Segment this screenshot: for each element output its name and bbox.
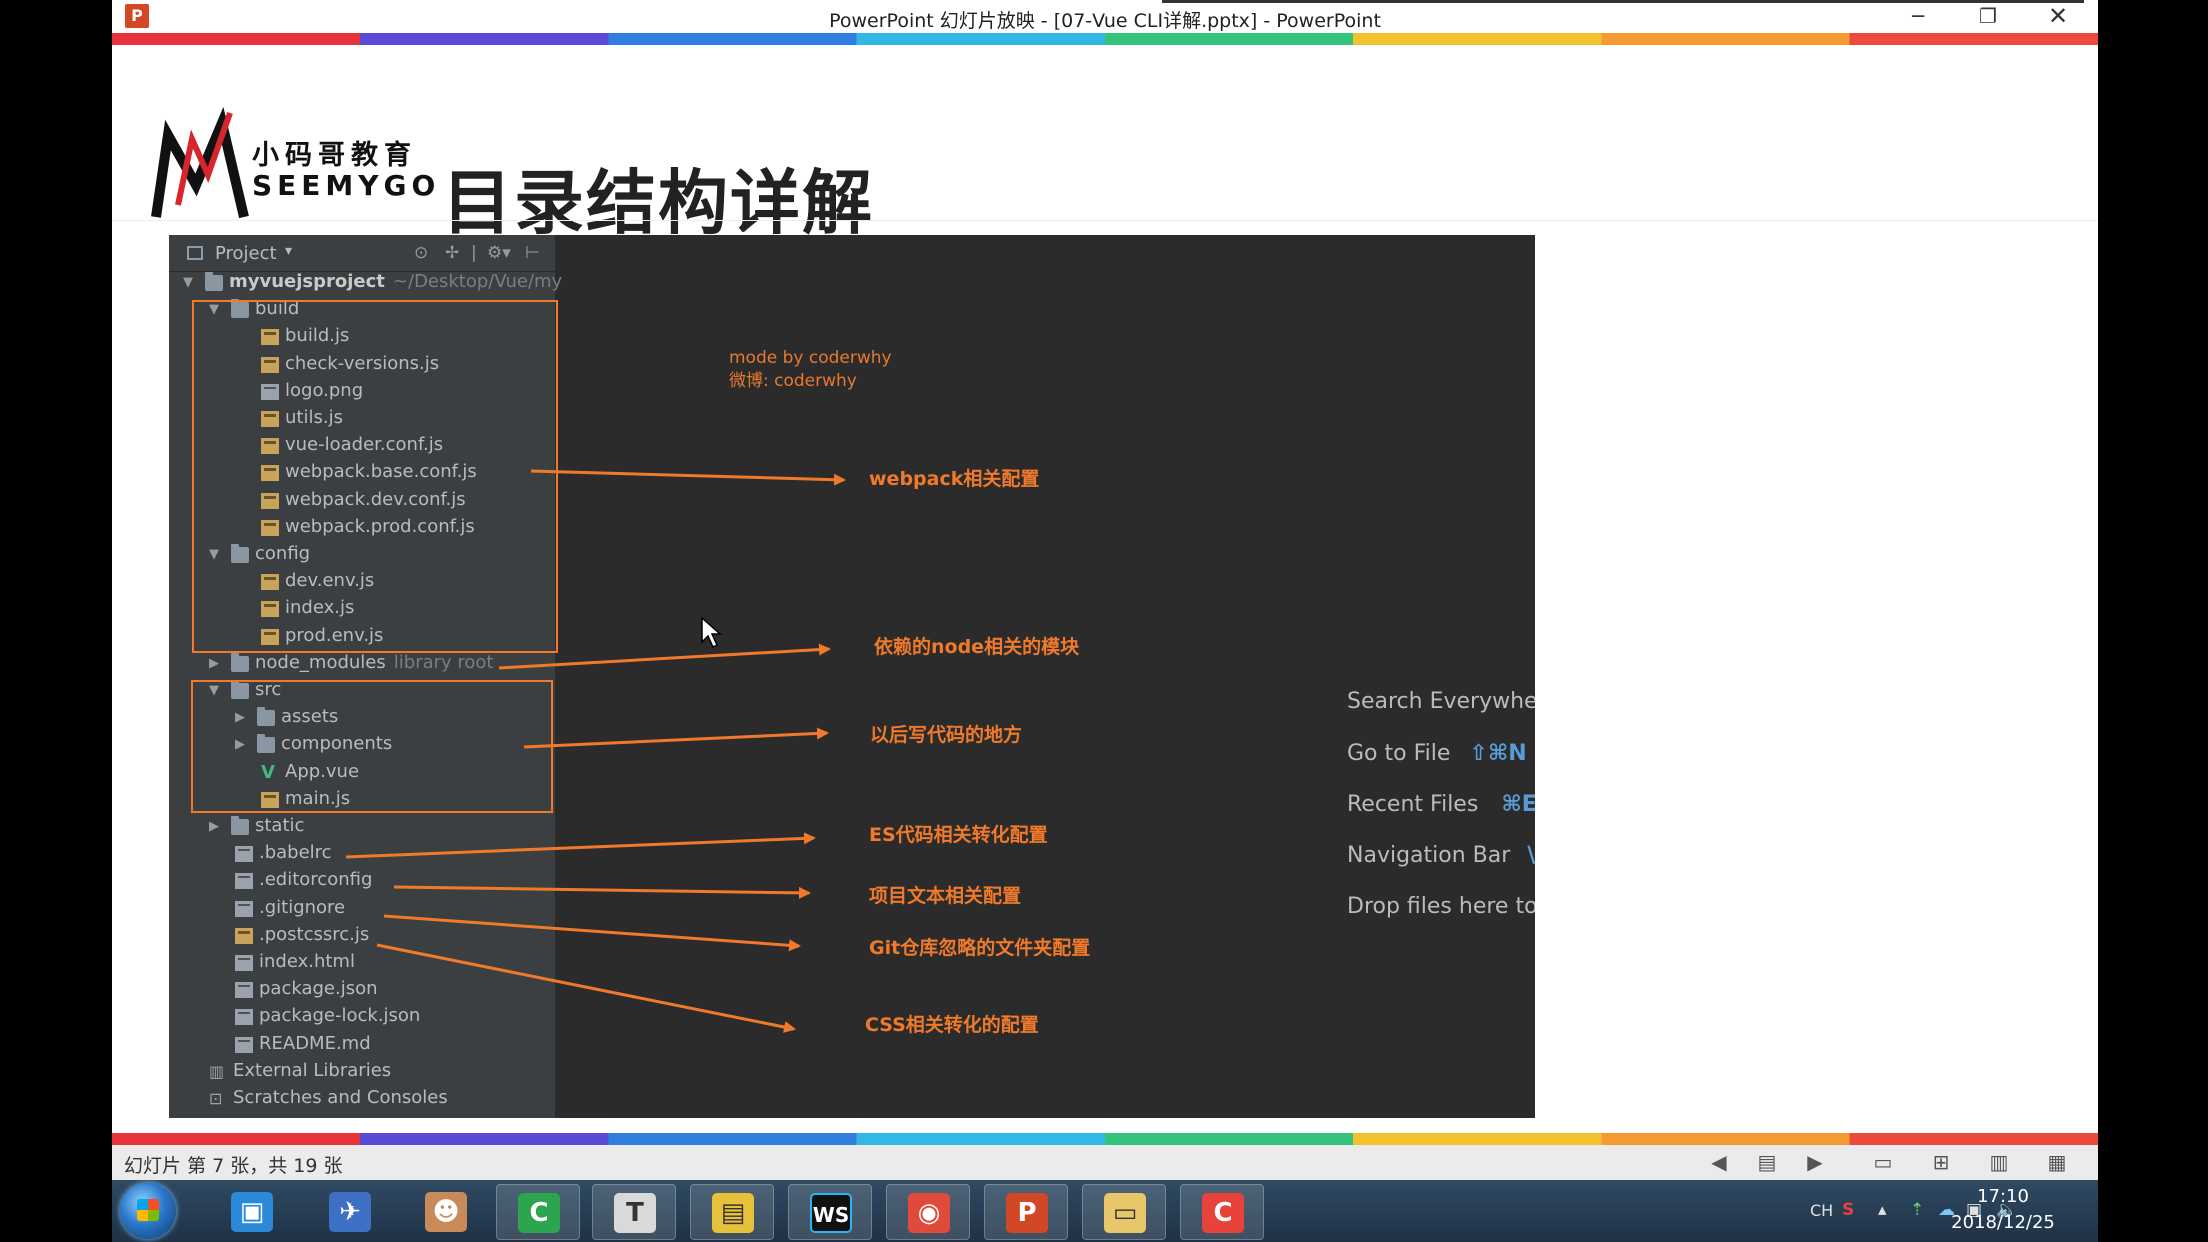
annotation-babel: ES代码相关转化配置 <box>869 824 1048 846</box>
taskbar-app-button[interactable]: T <box>592 1184 676 1240</box>
window-title: PowerPoint 幻灯片放映 - [07-Vue CLI详解.pptx] -… <box>829 10 1381 32</box>
seemygo-logo-icon <box>151 106 249 219</box>
taskbar-app-button[interactable]: C <box>496 1184 580 1240</box>
previous-slide-icon[interactable]: ◀ <box>1708 1152 1730 1172</box>
next-slide-icon[interactable]: ▶ <box>1804 1152 1826 1172</box>
hint-label: Drop files here to <box>1347 894 1535 919</box>
logo-chinese-text: 小码哥教育 <box>252 140 417 171</box>
normal-view-icon[interactable]: ▭ <box>1872 1152 1894 1172</box>
annotation-arrows <box>345 469 846 1033</box>
slideshow-view-icon[interactable]: ▦ <box>2046 1152 2068 1172</box>
hint-shortcut: \ <box>1527 843 1535 868</box>
taskbar-app-button[interactable]: C <box>1180 1184 1264 1240</box>
hint-label: Navigation Bar <box>1347 843 1511 868</box>
file-manager-icon: ▣ <box>231 1192 273 1232</box>
notes-icon: ▤ <box>712 1193 754 1233</box>
mouse-cursor-icon <box>701 616 722 649</box>
annotation-gitignore: Git仓库忽略的文件夹配置 <box>869 937 1091 959</box>
hint-recent-files: Recent Files ⌘E <box>1347 792 1535 817</box>
arrow-editorconfig <box>393 885 811 899</box>
ide-screenshot: Project ▾ ⊙ ✢ | ⚙▾ ⊢ ▼ myvuejsproject ~/De… <box>169 235 1535 1118</box>
title-separator <box>112 220 2098 221</box>
clock-time[interactable]: 17:10 <box>1948 1186 2058 1207</box>
taskbar-app-button[interactable]: ▭ <box>1082 1184 1166 1240</box>
typora-icon: T <box>614 1193 656 1233</box>
taskbar-app-button[interactable]: ◉ <box>886 1184 970 1240</box>
taskbar-app-button[interactable]: WS <box>788 1184 872 1240</box>
title-bar: P PowerPoint 幻灯片放映 - [07-Vue CLI详解.pptx]… <box>112 0 2098 33</box>
annotation-webpack: webpack相关配置 <box>869 468 1040 490</box>
slide-top-color-bar <box>112 33 2098 45</box>
taskbar-app-button[interactable]: P <box>984 1184 1068 1240</box>
language-indicator[interactable]: CH <box>1810 1201 1833 1220</box>
explorer-icon: ▭ <box>1104 1193 1146 1233</box>
minimize-button[interactable]: ─ <box>1890 0 1946 33</box>
recorder-icon: C <box>1202 1193 1244 1233</box>
arrow-gitignore <box>383 914 801 952</box>
slide-bottom-color-bar <box>112 1133 2098 1145</box>
slideshow-status-bar: 幻灯片 第 7 张，共 19 张 ◀ ▤ ▶ ▭ ⊞ ▥ ▦ <box>112 1145 2098 1180</box>
slide-title: 目录结构详解 <box>442 162 874 244</box>
taskbar-app-button[interactable]: ✈ <box>308 1184 392 1240</box>
camtasia-icon: C <box>518 1193 560 1233</box>
slide-menu-icon[interactable]: ▤ <box>1756 1152 1778 1172</box>
hint-shortcut: ⇧⌘N <box>1469 741 1527 766</box>
hint-navigation-bar: Navigation Bar \ <box>1347 843 1535 868</box>
network-up-icon[interactable]: ⇡ <box>1910 1200 1924 1220</box>
logo-english-text: SEEMYGO <box>252 169 441 202</box>
tray-expand-icon[interactable]: ▴ <box>1878 1200 1887 1220</box>
annotation-node-modules: 依赖的node相关的模块 <box>874 636 1080 658</box>
taskbar-app-button[interactable]: ☻ <box>404 1184 488 1240</box>
hint-go-to-file: Go to File ⇧⌘N <box>1347 741 1527 766</box>
hint-drop-files: Drop files here to <box>1347 894 1535 919</box>
arrow-webpack <box>530 469 846 486</box>
sogou-input-icon[interactable]: S <box>1842 1200 1854 1220</box>
hint-search-everywhere: Search Everywhe <box>1347 689 1535 714</box>
close-button[interactable]: ✕ <box>2030 0 2086 33</box>
taskbar-app-button[interactable]: ▣ <box>210 1184 294 1240</box>
hint-label: Recent Files <box>1347 792 1479 817</box>
hint-shortcut: ⌘E <box>1501 792 1535 817</box>
thunderbird-icon: ✈ <box>329 1192 371 1232</box>
hint-label: Search Everywhe <box>1347 689 1535 714</box>
annotation-postcss: CSS相关转化的配置 <box>865 1014 1039 1036</box>
taskbar-apps: ▣ ✈ ☻ C T ▤ WS ◉ P ▭ C <box>112 1180 1512 1242</box>
arrow-node-modules <box>498 643 831 670</box>
taskbar-app-button[interactable]: ▤ <box>690 1184 774 1240</box>
hint-label: Go to File <box>1347 741 1451 766</box>
arrow-src <box>523 727 829 749</box>
avatar-app-icon: ☻ <box>425 1192 467 1232</box>
annotation-src: 以后写代码的地方 <box>870 724 1023 746</box>
slide-sorter-icon[interactable]: ⊞ <box>1930 1152 1952 1172</box>
arrow-babelrc <box>345 832 816 859</box>
chrome-icon: ◉ <box>908 1193 950 1233</box>
annotation-editorconfig: 项目文本相关配置 <box>869 885 1022 907</box>
restore-button[interactable]: ❐ <box>1960 0 2016 33</box>
powerpoint-icon: P <box>1006 1193 1048 1233</box>
reading-view-icon[interactable]: ▥ <box>1988 1152 2010 1172</box>
slide-counter: 幻灯片 第 7 张，共 19 张 <box>124 1155 343 1177</box>
arrow-postcssrc <box>376 943 796 1033</box>
windows-taskbar: ▣ ✈ ☻ C T ▤ WS ◉ P ▭ C CH S ▴ ⇡ ☁ ▣ 🔈 17:10 2018/1… <box>112 1180 2098 1242</box>
webstorm-icon: WS <box>810 1193 852 1233</box>
clock-date[interactable]: 2018/12/25 <box>1938 1212 2068 1233</box>
